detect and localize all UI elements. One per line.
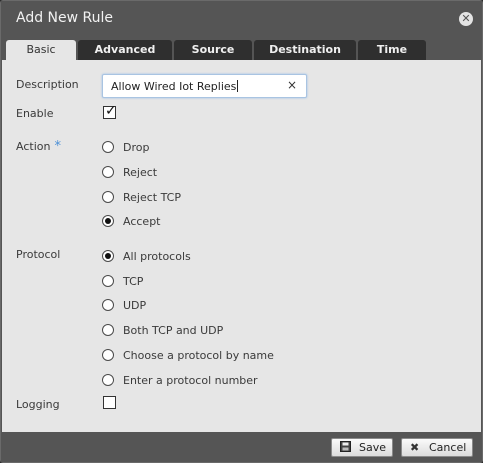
logging-checkbox[interactable]	[103, 396, 116, 409]
add-rule-dialog: Add New Rule ✕ Basic Advanced Source Des…	[0, 0, 483, 463]
radio-label: Enter a protocol number	[123, 374, 258, 387]
cancel-button[interactable]: ✖ Cancel	[401, 438, 473, 457]
radio-button[interactable]	[102, 166, 114, 178]
enable-label: Enable	[16, 107, 54, 120]
tab-time[interactable]: Time	[358, 40, 426, 60]
radio-label: TCP	[123, 275, 144, 288]
radio-label: Accept	[123, 215, 161, 228]
dialog-title: Add New Rule	[16, 10, 114, 26]
dialog-titlebar: Add New Rule ✕	[1, 1, 482, 39]
dialog-footer: Save ✖ Cancel	[1, 433, 482, 462]
radio-button-selected[interactable]	[102, 215, 114, 227]
text-caret	[237, 80, 239, 92]
radio-button[interactable]	[102, 374, 114, 386]
tab-destination[interactable]: Destination	[254, 40, 356, 60]
radio-label: Drop	[123, 141, 150, 154]
tab-source[interactable]: Source	[174, 40, 252, 60]
radio-button-selected[interactable]	[102, 250, 114, 262]
radio-label: Both TCP and UDP	[123, 324, 224, 337]
radio-button[interactable]	[102, 141, 114, 153]
radio-button[interactable]	[102, 191, 114, 203]
radio-label: UDP	[123, 299, 147, 312]
close-icon[interactable]: ✕	[459, 12, 473, 26]
radio-button[interactable]	[102, 275, 114, 287]
save-icon	[340, 439, 351, 456]
description-label: Description	[16, 78, 79, 91]
radio-dot	[105, 218, 111, 224]
radio-button[interactable]	[102, 349, 114, 361]
required-asterisk: *	[54, 139, 61, 154]
tab-basic[interactable]: Basic	[6, 40, 76, 61]
cancel-icon: ✖	[410, 441, 420, 454]
radio-button[interactable]	[102, 324, 114, 336]
action-label: Action *	[16, 139, 61, 154]
enable-checkbox[interactable]: ✓	[103, 103, 117, 119]
radio-dot	[105, 253, 111, 259]
radio-label: Reject TCP	[123, 191, 181, 204]
save-label: Save	[359, 441, 387, 454]
radio-label: Reject	[123, 166, 158, 179]
logging-label: Logging	[16, 398, 60, 411]
save-button[interactable]: Save	[331, 438, 393, 457]
basic-tab-panel: Description Allow Wired Iot Replies × En…	[2, 60, 481, 432]
radio-label: All protocols	[123, 250, 191, 263]
radio-button[interactable]	[102, 299, 114, 311]
description-field[interactable]: Allow Wired Iot Replies ×	[102, 74, 307, 98]
checkmark-icon: ✓	[105, 103, 117, 119]
description-value: Allow Wired Iot Replies	[111, 80, 237, 93]
clear-icon[interactable]: ×	[287, 78, 297, 92]
cancel-label: Cancel	[429, 441, 467, 454]
protocol-label: Protocol	[16, 248, 61, 261]
radio-label: Choose a protocol by name	[123, 349, 274, 362]
tab-advanced[interactable]: Advanced	[78, 40, 172, 60]
